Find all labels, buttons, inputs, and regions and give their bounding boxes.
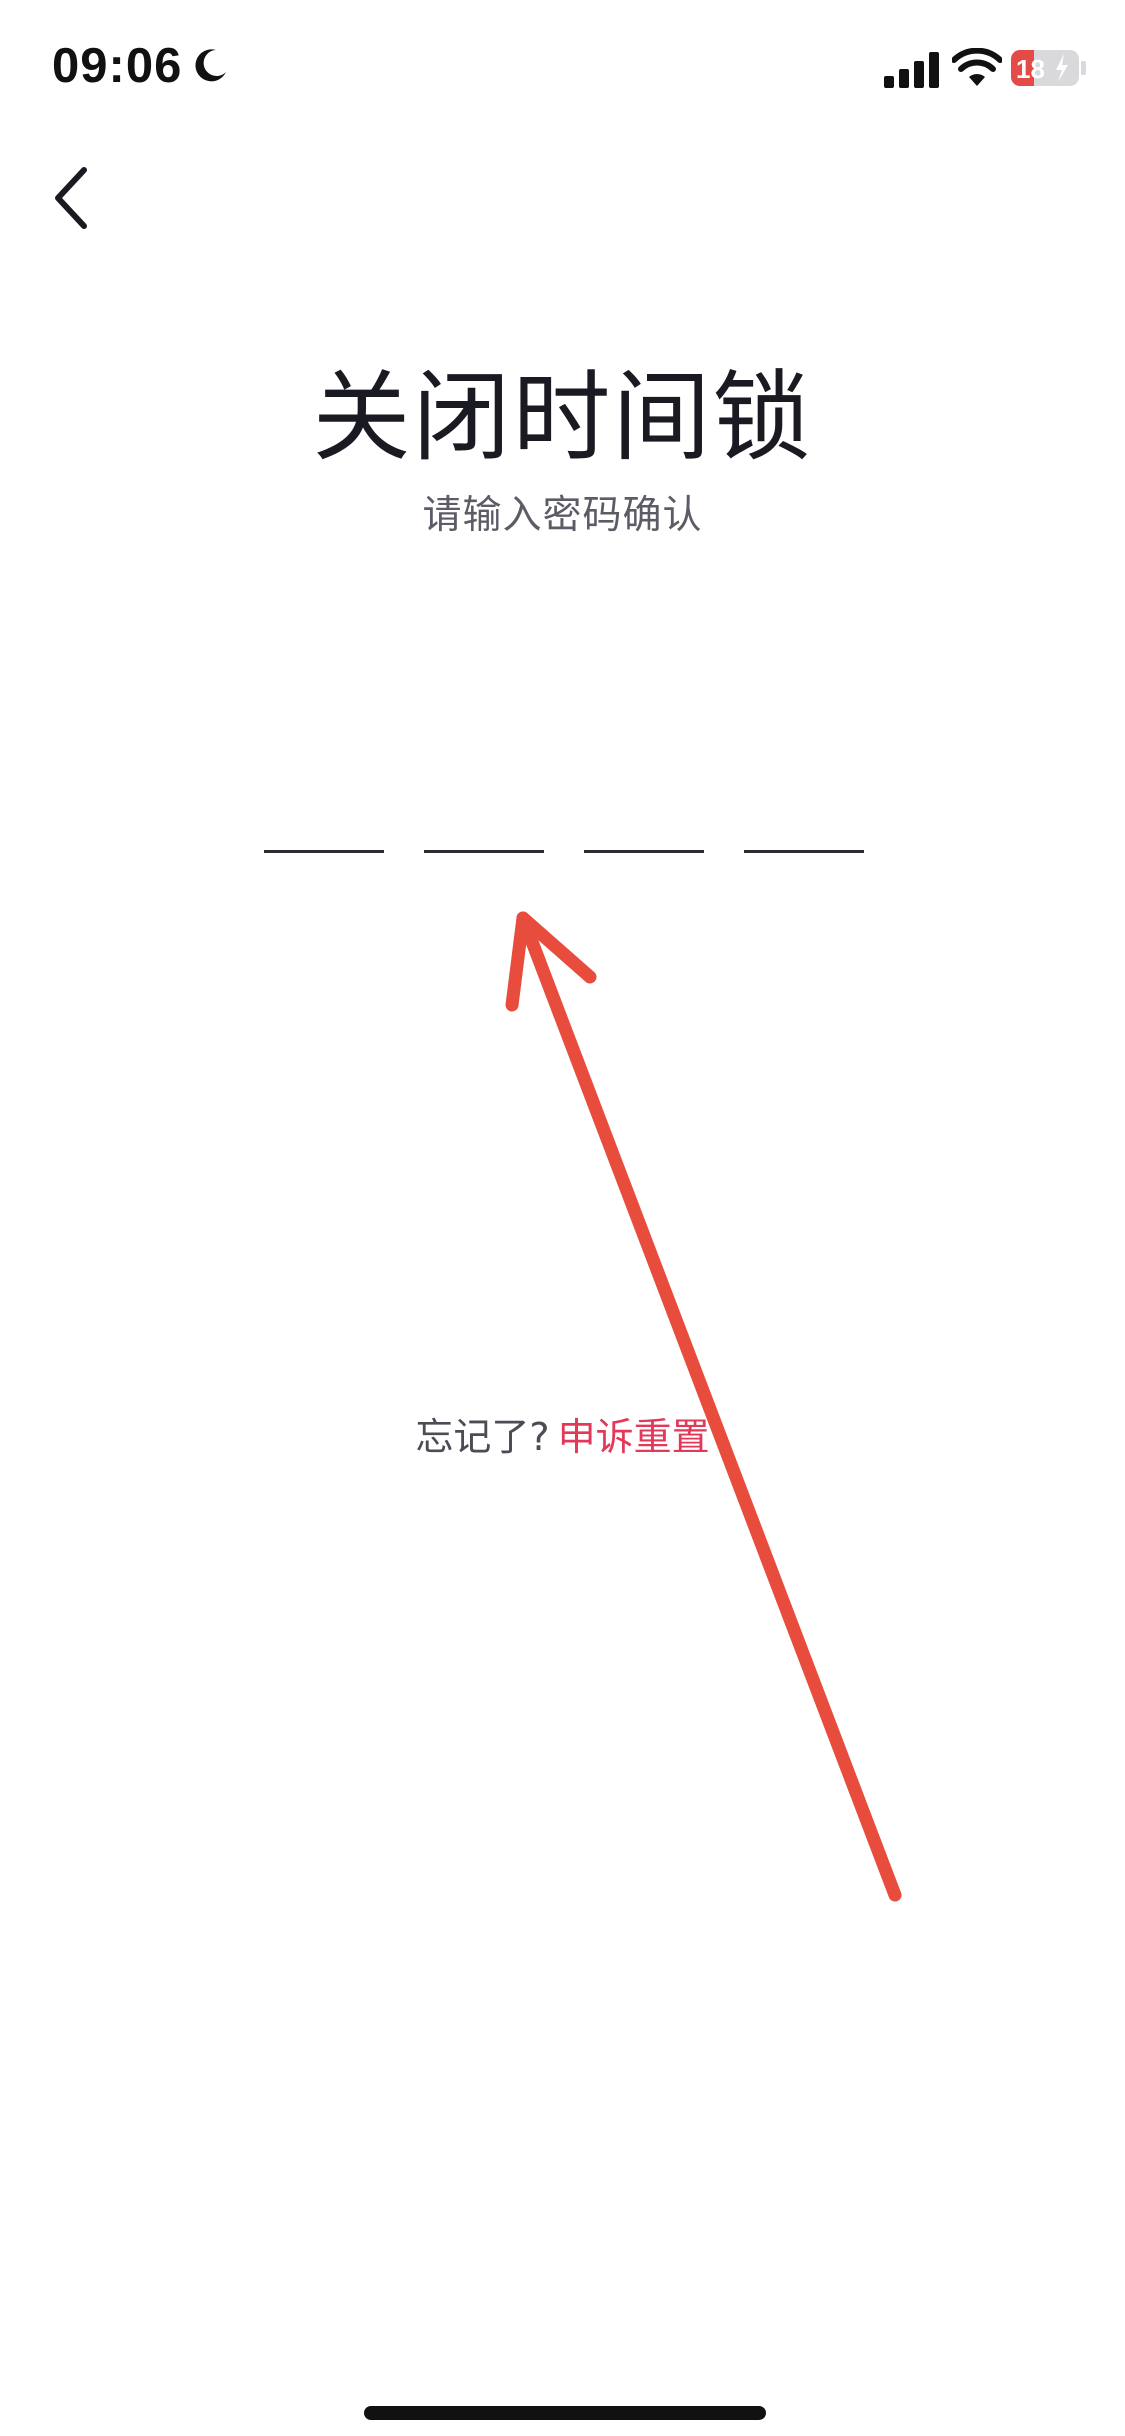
- battery-level: 18: [1016, 54, 1045, 84]
- status-bar: 09:06 18: [0, 0, 1125, 140]
- arrow-head: [505, 911, 597, 1012]
- pin-input[interactable]: [264, 780, 864, 853]
- page-title: 关闭时间锁: [312, 361, 813, 475]
- pin-digit-1[interactable]: [264, 780, 384, 853]
- signal-icon: [884, 52, 939, 88]
- battery-charging-icon: 18: [1011, 50, 1086, 86]
- forgot-label: 忘记了?: [415, 1415, 550, 1459]
- pin-digit-2[interactable]: [424, 780, 544, 853]
- status-time: 09:06: [52, 39, 183, 93]
- chevron-left-icon: [55, 167, 87, 229]
- pin-digit-4[interactable]: [744, 780, 864, 853]
- pin-digit-3[interactable]: [584, 780, 704, 853]
- appeal-reset-link[interactable]: 申诉重置: [558, 1415, 710, 1459]
- home-indicator[interactable]: [364, 2406, 766, 2420]
- wifi-icon: [952, 48, 1002, 86]
- back-button[interactable]: [44, 160, 104, 236]
- page-subtitle: 请输入密码确认: [422, 493, 703, 538]
- moon-icon: [195, 49, 226, 82]
- forgot-row: 忘记了? 申诉重置: [0, 1406, 1125, 1461]
